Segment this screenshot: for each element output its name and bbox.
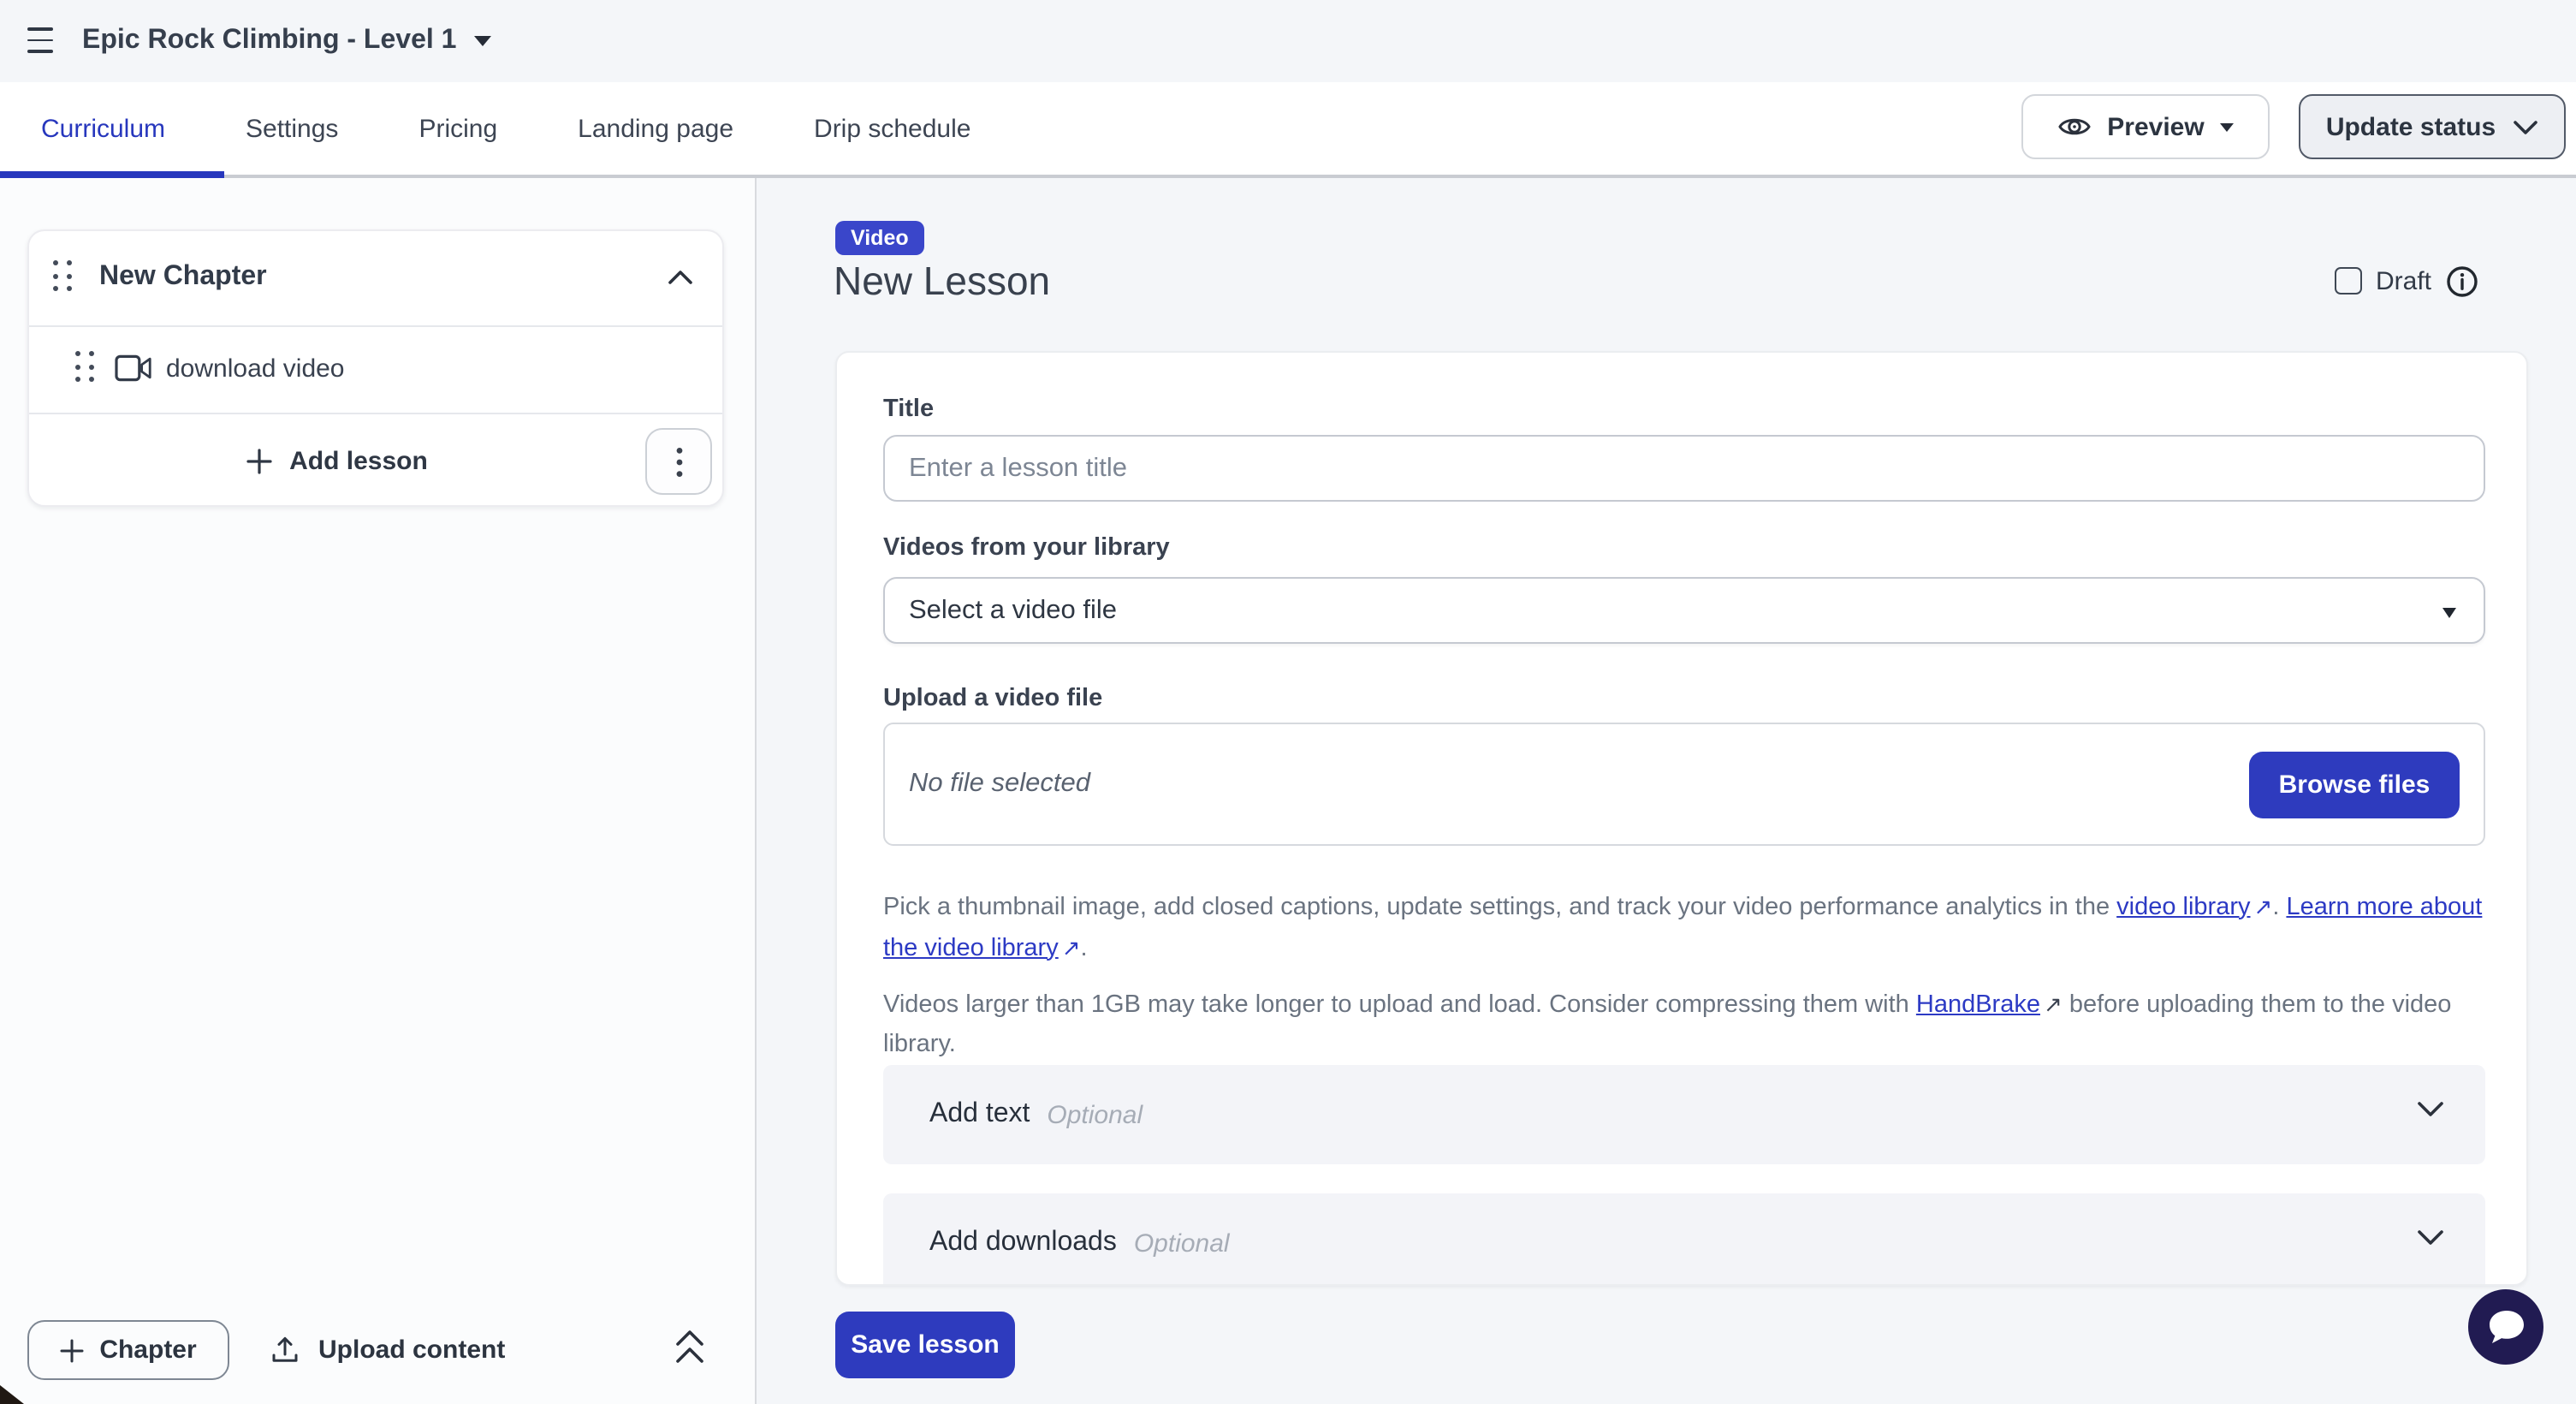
add-text-panel[interactable]: Add text Optional: [883, 1065, 2485, 1164]
caret-down-icon: [2442, 608, 2456, 618]
drag-handle-icon[interactable]: [75, 351, 96, 384]
page-title: New Lesson: [834, 257, 1050, 305]
add-chapter-button[interactable]: Chapter: [27, 1320, 229, 1380]
add-downloads-hint: Optional: [1134, 1228, 1230, 1258]
course-builder-app: Epic Rock Climbing - Level 1 Curriculum …: [0, 0, 2576, 1404]
tab-drip-schedule[interactable]: Drip schedule: [814, 114, 970, 143]
tab-curriculum[interactable]: Curriculum: [41, 114, 165, 143]
title-field-label: Title: [883, 396, 934, 423]
file-upload-box: No file selected Browse files: [883, 723, 2485, 846]
hamburger-menu-icon[interactable]: [27, 27, 53, 53]
kebab-menu-icon: [675, 446, 682, 477]
video-help-text: Pick a thumbnail image, add closed capti…: [883, 886, 2492, 968]
help-text: .: [1081, 934, 1088, 961]
chevron-up-icon[interactable]: [668, 269, 693, 286]
draft-toggle-group: Draft: [2335, 262, 2478, 300]
tab-pricing[interactable]: Pricing: [418, 114, 497, 143]
chevron-down-icon: [2417, 1229, 2444, 1246]
add-text-hint: Optional: [1047, 1100, 1143, 1129]
course-title: Epic Rock Climbing - Level 1: [82, 26, 456, 57]
course-title-dropdown[interactable]: Epic Rock Climbing - Level 1: [82, 0, 490, 82]
video-camera-icon: [115, 354, 152, 382]
chevron-down-icon: [2417, 1101, 2444, 1118]
info-icon[interactable]: [2445, 265, 2478, 297]
library-field-label: Videos from your library: [883, 534, 1170, 562]
help-text: Pick a thumbnail image, add closed capti…: [883, 893, 2116, 920]
tab-bar: Curriculum Settings Pricing Landing page…: [0, 82, 2576, 178]
upload-content-button[interactable]: Upload content: [270, 1320, 505, 1380]
add-text-label: Add text: [929, 1099, 1030, 1130]
chapter-menu-button[interactable]: [645, 428, 712, 495]
upload-field-label: Upload a video file: [883, 685, 1102, 712]
add-lesson-button[interactable]: Add lesson: [29, 413, 645, 509]
tab-settings[interactable]: Settings: [246, 114, 338, 143]
add-chapter-label: Chapter: [99, 1336, 196, 1365]
chapter-card: New Chapter download video: [27, 229, 724, 507]
curriculum-sidebar: New Chapter download video: [0, 178, 757, 1404]
browse-files-button[interactable]: Browse files: [2249, 752, 2460, 818]
update-status-button[interactable]: Update status: [2299, 94, 2566, 159]
tab-list: Curriculum Settings Pricing Landing page…: [41, 82, 970, 175]
active-tab-underline: [0, 171, 224, 178]
lesson-title: download video: [166, 354, 345, 384]
collapse-all-button[interactable]: [674, 1329, 709, 1370]
caret-down-icon: [2220, 122, 2234, 131]
chevron-down-icon: [2513, 119, 2538, 134]
compression-help-text: Videos larger than 1GB may take longer t…: [883, 984, 2492, 1064]
draft-checkbox[interactable]: [2335, 267, 2362, 294]
eye-icon: [2057, 110, 2092, 144]
lesson-row[interactable]: download video: [29, 327, 722, 413]
plus-icon: [60, 1338, 84, 1362]
plus-icon: [246, 448, 272, 473]
preview-label: Preview: [2107, 112, 2204, 141]
external-link-icon: ↗: [2044, 991, 2063, 1016]
draft-label: Draft: [2376, 266, 2431, 295]
add-lesson-label: Add lesson: [289, 446, 428, 475]
lesson-title-input[interactable]: [883, 435, 2485, 502]
help-text: Videos larger than 1GB may take longer t…: [883, 991, 1916, 1018]
external-link-icon: ↗: [2254, 893, 2273, 919]
drag-handle-icon[interactable]: [53, 260, 74, 293]
chat-launcher-button[interactable]: [2468, 1289, 2543, 1365]
upload-icon: [270, 1336, 300, 1365]
chapter-header: New Chapter: [29, 231, 722, 325]
save-lesson-button[interactable]: Save lesson: [835, 1312, 1015, 1378]
add-downloads-label: Add downloads: [929, 1228, 1117, 1258]
lesson-editor-card: Title Videos from your library Select a …: [835, 351, 2528, 1286]
corner-decoration: [0, 1385, 24, 1404]
chat-bubble-icon: [2468, 1289, 2543, 1365]
no-file-text: No file selected: [909, 769, 1090, 800]
chapter-footer: Add lesson: [29, 413, 722, 509]
external-link-icon: ↗: [1062, 934, 1081, 960]
video-library-select[interactable]: Select a video file: [883, 577, 2485, 644]
help-text: .: [2272, 893, 2286, 920]
add-downloads-panel[interactable]: Add downloads Optional: [883, 1193, 2485, 1286]
video-library-link[interactable]: video library: [2116, 893, 2250, 920]
lesson-type-badge: Video: [835, 221, 924, 255]
tab-landing-page[interactable]: Landing page: [578, 114, 733, 143]
caret-down-icon: [473, 36, 490, 46]
preview-button[interactable]: Preview: [2021, 94, 2270, 159]
video-library-select-value: Select a video file: [909, 595, 1117, 626]
upload-content-label: Upload content: [318, 1336, 505, 1365]
chapter-title: New Chapter: [99, 262, 267, 293]
double-chevron-up-icon: [674, 1329, 705, 1366]
top-bar: Epic Rock Climbing - Level 1: [0, 0, 2576, 82]
handbrake-link[interactable]: HandBrake: [1916, 991, 2040, 1018]
update-status-label: Update status: [2326, 112, 2496, 141]
